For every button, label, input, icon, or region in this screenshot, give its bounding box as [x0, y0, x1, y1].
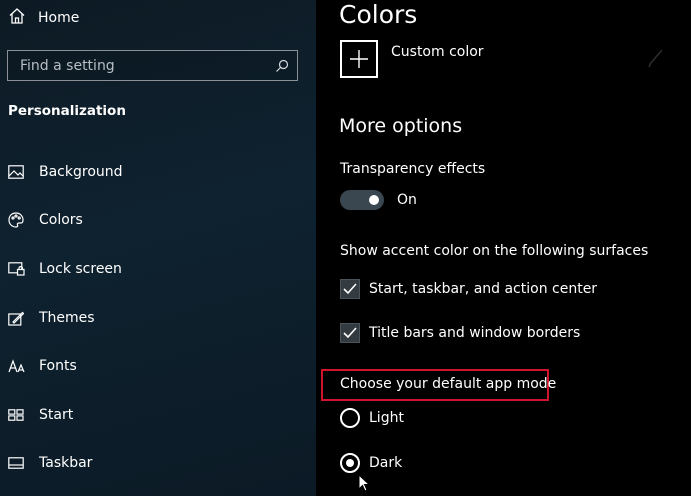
checkbox-start-taskbar[interactable]: Start, taskbar, and action center — [340, 279, 597, 299]
sidebar-item-background[interactable]: Background — [0, 152, 316, 192]
radio-button[interactable] — [340, 408, 360, 428]
themes-icon — [7, 309, 25, 327]
accent-surfaces-label: Show accent color on the following surfa… — [340, 243, 649, 259]
search-input[interactable] — [8, 50, 267, 81]
custom-color-label: Custom color — [391, 44, 484, 60]
radio-selected-dot — [346, 459, 354, 467]
plus-icon — [340, 40, 378, 78]
sidebar-item-taskbar[interactable]: Taskbar — [0, 443, 316, 483]
sidebar-item-label: Themes — [39, 310, 95, 326]
custom-color-button[interactable]: Custom color — [340, 40, 484, 78]
sidebar-item-lock-screen[interactable]: Lock screen — [0, 249, 316, 289]
sidebar-item-label: Fonts — [39, 358, 77, 374]
transparency-label: Transparency effects — [340, 161, 486, 177]
search-icon — [276, 59, 289, 72]
sidebar-item-start[interactable]: Start — [0, 395, 316, 435]
search-box — [7, 50, 298, 81]
sidebar-item-label: Lock screen — [39, 261, 122, 277]
radio-dark[interactable]: Dark — [340, 453, 402, 473]
transparency-toggle[interactable] — [340, 190, 384, 210]
sidebar-item-label: Colors — [39, 212, 83, 228]
palette-icon — [7, 211, 25, 229]
radio-label: Light — [369, 410, 404, 426]
start-icon — [7, 406, 25, 424]
checkbox-title-bars[interactable]: Title bars and window borders — [340, 323, 580, 343]
sidebar-item-label: Background — [39, 164, 123, 180]
fonts-icon — [7, 357, 25, 375]
page-title: Colors — [339, 0, 418, 29]
checkbox[interactable] — [340, 279, 360, 299]
checkbox-label: Start, taskbar, and action center — [369, 281, 598, 297]
home-nav-item[interactable]: Home — [8, 6, 79, 30]
lock-screen-icon — [7, 260, 25, 278]
section-title: Personalization — [8, 103, 126, 119]
pen-icon — [648, 49, 663, 68]
radio-label: Dark — [369, 455, 403, 471]
toggle-state-text: On — [397, 192, 417, 208]
taskbar-icon — [7, 454, 25, 472]
sidebar-item-fonts[interactable]: Fonts — [0, 346, 316, 386]
checkbox-label: Title bars and window borders — [369, 325, 581, 341]
sidebar-item-label: Start — [39, 407, 74, 423]
radio-button[interactable] — [340, 453, 360, 473]
picture-icon — [7, 163, 25, 181]
home-icon — [8, 7, 26, 29]
sidebar-item-themes[interactable]: Themes — [0, 298, 316, 338]
home-label: Home — [38, 10, 80, 26]
more-options-heading: More options — [339, 115, 463, 137]
search-button[interactable] — [267, 51, 297, 80]
checkmark-icon — [343, 327, 357, 339]
radio-light[interactable]: Light — [340, 408, 404, 428]
app-mode-label: Choose your default app mode — [340, 376, 557, 392]
checkbox[interactable] — [340, 323, 360, 343]
checkmark-icon — [343, 283, 357, 295]
sidebar-item-colors[interactable]: Colors — [0, 200, 316, 240]
toggle-knob — [369, 195, 379, 205]
sidebar-item-label: Taskbar — [39, 455, 93, 471]
mouse-pointer-icon — [358, 474, 370, 492]
sidebar: Home Personalization Background Colors — [0, 0, 316, 496]
